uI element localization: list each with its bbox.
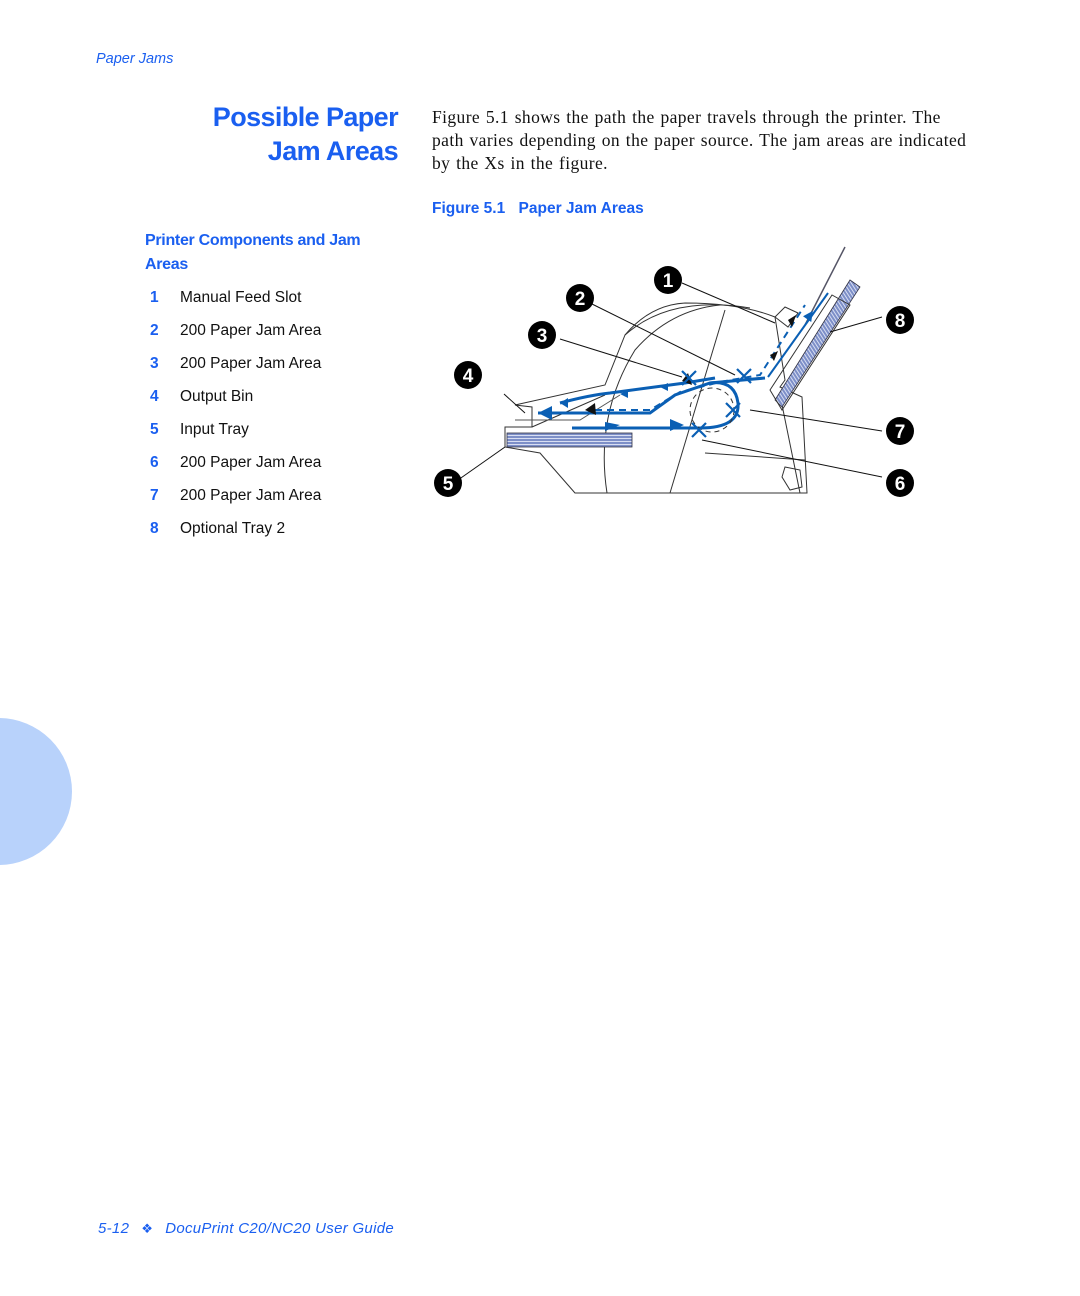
item-label: Output Bin bbox=[180, 388, 254, 405]
list-item: 5 Input Tray bbox=[150, 418, 321, 451]
item-number: 8 bbox=[150, 520, 159, 537]
item-number: 6 bbox=[150, 454, 159, 471]
figure-number: Figure 5.1 bbox=[432, 200, 506, 217]
svg-text:3: 3 bbox=[537, 326, 548, 347]
item-number: 5 bbox=[150, 421, 159, 438]
svg-text:8: 8 bbox=[895, 311, 906, 332]
item-number: 1 bbox=[150, 289, 159, 306]
item-label: 200 Paper Jam Area bbox=[180, 355, 322, 372]
callout-2: 2 bbox=[566, 284, 594, 312]
running-head: Paper Jams bbox=[96, 51, 174, 67]
svg-text:1: 1 bbox=[663, 271, 674, 292]
item-number: 7 bbox=[150, 487, 159, 504]
page-number: 5-12 bbox=[98, 1220, 130, 1237]
callout-5: 5 bbox=[434, 469, 462, 497]
item-label: Optional Tray 2 bbox=[180, 520, 286, 537]
item-number: 4 bbox=[150, 388, 159, 405]
components-list: 1 Manual Feed Slot 2 200 Paper Jam Area 3 2… bbox=[150, 286, 321, 550]
callout-3: 3 bbox=[528, 321, 556, 349]
input-tray-stack bbox=[506, 432, 633, 448]
page-footer: 5-12 ❖ DocuPrint C20/NC20 User Guide bbox=[98, 1220, 394, 1237]
path-arrows-black bbox=[585, 315, 796, 415]
callout-leaders bbox=[457, 282, 883, 481]
callout-8: 8 bbox=[886, 306, 914, 334]
list-item: 7 200 Paper Jam Area bbox=[150, 484, 321, 517]
paper-path bbox=[538, 292, 829, 430]
guide-title: DocuPrint C20/NC20 User Guide bbox=[165, 1220, 394, 1237]
item-label: Input Tray bbox=[180, 421, 249, 438]
optional-tray-2 bbox=[769, 246, 861, 411]
list-item: 8 Optional Tray 2 bbox=[150, 517, 321, 550]
section-title-line-1: Possible Paper bbox=[212, 102, 399, 132]
item-label: 200 Paper Jam Area bbox=[180, 487, 322, 504]
intro-paragraph: Figure 5.1 shows the path the paper trav… bbox=[432, 107, 967, 173]
svg-text:2: 2 bbox=[575, 289, 586, 310]
svg-text:7: 7 bbox=[895, 422, 906, 443]
svg-text:4: 4 bbox=[463, 366, 474, 387]
item-number: 2 bbox=[150, 322, 159, 339]
drum-circle bbox=[689, 387, 735, 433]
diamond-separator-icon: ❖ bbox=[141, 1221, 154, 1236]
item-label: Manual Feed Slot bbox=[180, 289, 302, 306]
paper-jam-figure: 1 2 3 4 5 6 7 8 bbox=[434, 246, 914, 497]
list-item: 1 Manual Feed Slot bbox=[150, 286, 321, 319]
callout-7: 7 bbox=[886, 417, 914, 445]
item-label: 200 Paper Jam Area bbox=[180, 322, 322, 339]
figure-title: Paper Jam Areas bbox=[518, 200, 644, 217]
item-label: 200 Paper Jam Area bbox=[180, 454, 322, 471]
components-heading: Printer Components and Jam Areas bbox=[145, 232, 361, 273]
section-title-line-2: Jam Areas bbox=[267, 136, 399, 166]
figure-caption: Figure 5.1 Paper Jam Areas bbox=[432, 200, 644, 218]
item-number: 3 bbox=[150, 355, 159, 372]
chapter-side-tab bbox=[0, 718, 72, 865]
list-item: 4 Output Bin bbox=[150, 385, 321, 418]
list-item: 2 200 Paper Jam Area bbox=[150, 319, 321, 352]
section-title: Possible Paper Jam Areas bbox=[212, 100, 399, 168]
svg-text:6: 6 bbox=[895, 474, 906, 495]
callout-4: 4 bbox=[454, 361, 482, 389]
callout-6: 6 bbox=[886, 469, 914, 497]
list-item: 6 200 Paper Jam Area bbox=[150, 451, 321, 484]
callout-1: 1 bbox=[654, 266, 682, 294]
svg-text:5: 5 bbox=[443, 474, 454, 495]
list-item: 3 200 Paper Jam Area bbox=[150, 352, 321, 385]
